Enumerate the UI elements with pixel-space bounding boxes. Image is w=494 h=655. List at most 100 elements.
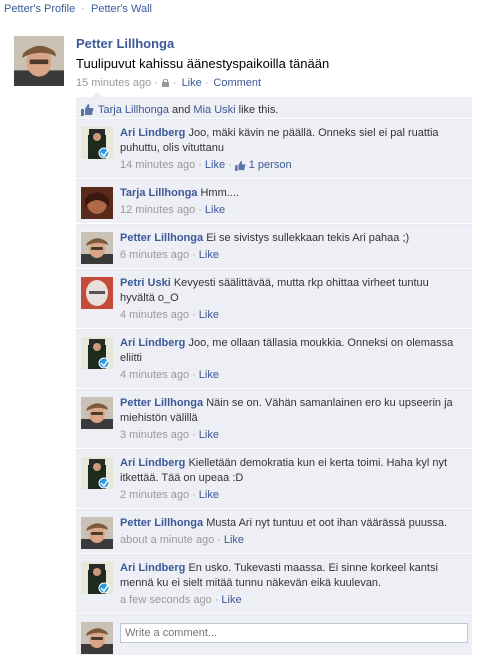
comment-row: Petter Lillhonga Näin se on. Vähän saman… bbox=[76, 389, 472, 448]
comment-meta: 2 minutes ago · Like bbox=[120, 488, 466, 503]
comment-like-link[interactable]: Like bbox=[221, 593, 241, 608]
commenter-name-link[interactable]: Petri Uski bbox=[120, 277, 171, 289]
comment-timestamp[interactable]: 12 minutes ago bbox=[120, 203, 195, 218]
commenter-name-link[interactable]: Petter Lillhonga bbox=[120, 517, 203, 529]
comment-timestamp[interactable]: 4 minutes ago bbox=[120, 308, 189, 323]
comment-body: Petter Lillhonga Musta Ari nyt tuntuu et… bbox=[120, 510, 472, 553]
comment-like-link[interactable]: Like bbox=[199, 428, 219, 443]
comment-likes-count[interactable]: 1 person bbox=[234, 158, 292, 173]
privacy-lock-icon[interactable] bbox=[161, 79, 169, 87]
comment-meta: 3 minutes ago · Like bbox=[120, 428, 466, 443]
comment-body: Ari Lindberg Joo, me ollaan tällasia mou… bbox=[120, 330, 472, 388]
comment-text: Musta Ari nyt tuntuu et oot ihan vääräss… bbox=[206, 517, 448, 529]
comment-timestamp[interactable]: about a minute ago bbox=[120, 533, 214, 548]
likes-row: Tarja Lillhonga and Mia Uski like this. bbox=[76, 97, 472, 118]
commenter-name-link[interactable]: Ari Lindberg bbox=[120, 127, 185, 139]
comment-like-link[interactable]: Like bbox=[199, 308, 219, 323]
commenter-name-link[interactable]: Ari Lindberg bbox=[120, 337, 185, 349]
comment-timestamp[interactable]: 3 minutes ago bbox=[120, 428, 189, 443]
comment-meta-separator: · bbox=[192, 309, 196, 321]
comment-timestamp[interactable]: 2 minutes ago bbox=[120, 488, 189, 503]
commenter-avatar[interactable] bbox=[81, 127, 113, 159]
breadcrumb-separator: · bbox=[81, 3, 85, 15]
liker-link[interactable]: Tarja Lillhonga bbox=[98, 104, 169, 116]
post-comment-link[interactable]: Comment bbox=[213, 77, 261, 89]
comment-text: Ei se sivistys sullekkaan tekis Ari paha… bbox=[206, 232, 410, 244]
commenter-avatar[interactable] bbox=[81, 562, 113, 594]
post-body: Petter Lillhonga Tuulipuvut kahissu ääne… bbox=[76, 36, 484, 89]
post-meta: 15 minutes ago · · Like · Comment bbox=[76, 77, 484, 89]
comment-body: Ari Lindberg Kielletään demokratia kun e… bbox=[120, 450, 472, 508]
post-meta-separator: · bbox=[204, 77, 209, 89]
comment-timestamp[interactable]: 14 minutes ago bbox=[120, 158, 195, 173]
comment-row: Ari Lindberg En usko. Tukevasti maassa. … bbox=[76, 554, 472, 613]
comment-row: Petter Lillhonga Ei se sivistys sullekka… bbox=[76, 224, 472, 268]
commenter-name-link[interactable]: Tarja Lillhonga bbox=[120, 187, 197, 199]
composer-avatar bbox=[81, 622, 113, 654]
comment-like-link[interactable]: Like bbox=[205, 203, 225, 218]
comment-meta-separator: · bbox=[198, 204, 202, 216]
comment-like-link[interactable]: Like bbox=[199, 488, 219, 503]
post-timestamp[interactable]: 15 minutes ago bbox=[76, 77, 151, 89]
comment-body: Petri Uski Kevyesti säälittävää, mutta r… bbox=[120, 270, 472, 328]
comment-timestamp[interactable]: 4 minutes ago bbox=[120, 368, 189, 383]
comment-body: Petter Lillhonga Näin se on. Vähän saman… bbox=[120, 390, 472, 448]
comment-row: Ari Lindberg Joo, mäki kävin ne päällä. … bbox=[76, 119, 472, 178]
commenter-name-link[interactable]: Petter Lillhonga bbox=[120, 397, 203, 409]
panel-pointer bbox=[92, 92, 102, 97]
commenter-avatar[interactable] bbox=[81, 337, 113, 369]
post-author-avatar[interactable] bbox=[14, 36, 64, 86]
comment-input[interactable] bbox=[120, 623, 468, 643]
comment-meta-separator: · bbox=[228, 159, 232, 171]
feedback-panel: Tarja Lillhonga and Mia Uski like this. … bbox=[76, 92, 472, 655]
commenter-avatar[interactable] bbox=[81, 187, 113, 219]
comment-body: Ari Lindberg En usko. Tukevasti maassa. … bbox=[120, 555, 472, 613]
post-meta-separator: · bbox=[154, 77, 158, 89]
comment-meta: 4 minutes ago · Like bbox=[120, 368, 466, 383]
comment-row: Petter Lillhonga Musta Ari nyt tuntuu et… bbox=[76, 509, 472, 553]
commenter-name-link[interactable]: Ari Lindberg bbox=[120, 562, 185, 574]
comment-like-link[interactable]: Like bbox=[199, 248, 219, 263]
thumbs-up-icon bbox=[81, 103, 94, 116]
comment-composer bbox=[76, 614, 472, 655]
likes-and: and bbox=[172, 103, 191, 116]
commenter-avatar[interactable] bbox=[81, 457, 113, 489]
comment-like-link[interactable]: Like bbox=[224, 533, 244, 548]
comment-like-link[interactable]: Like bbox=[205, 158, 225, 173]
comment-body: Ari Lindberg Joo, mäki kävin ne päällä. … bbox=[120, 120, 472, 178]
commenter-avatar[interactable] bbox=[81, 232, 113, 264]
comment-timestamp[interactable]: 6 minutes ago bbox=[120, 248, 189, 263]
comment-row: Tarja Lillhonga Hmm.... 12 minutes ago · Li… bbox=[76, 179, 472, 223]
likes-suffix: like this. bbox=[238, 103, 279, 116]
comment-meta: about a minute ago · Like bbox=[120, 533, 466, 548]
breadcrumb: Petter's Profile · Petter's Wall bbox=[4, 3, 152, 15]
comment-row: Petri Uski Kevyesti säälittävää, mutta r… bbox=[76, 269, 472, 328]
comment-list: Ari Lindberg Joo, mäki kävin ne päällä. … bbox=[76, 119, 472, 613]
post-author-link[interactable]: Petter Lillhonga bbox=[76, 36, 484, 51]
comment-like-link[interactable]: Like bbox=[199, 368, 219, 383]
commenter-avatar[interactable] bbox=[81, 397, 113, 429]
comment-meta-separator: · bbox=[217, 534, 221, 546]
comment-meta-separator: · bbox=[214, 594, 219, 606]
breadcrumb-profile-link[interactable]: Petter's Profile bbox=[4, 3, 75, 15]
post-meta-separator: · bbox=[172, 77, 177, 89]
breadcrumb-wall-link[interactable]: Petter's Wall bbox=[91, 3, 152, 15]
liker-link[interactable]: Mia Uski bbox=[193, 104, 235, 116]
commenter-avatar[interactable] bbox=[81, 277, 113, 309]
comment-text: Hmm.... bbox=[200, 187, 239, 199]
commenter-name-link[interactable]: Petter Lillhonga bbox=[120, 232, 203, 244]
comment-timestamp[interactable]: a few seconds ago bbox=[120, 593, 212, 608]
thumbs-up-icon bbox=[234, 160, 246, 171]
comment-meta-separator: · bbox=[198, 159, 202, 171]
comment-body: Tarja Lillhonga Hmm.... 12 minutes ago · Li… bbox=[120, 180, 472, 223]
comment-meta-separator: · bbox=[192, 369, 196, 381]
comment-meta: 12 minutes ago · Like bbox=[120, 203, 466, 218]
comment-row: Ari Lindberg Kielletään demokratia kun e… bbox=[76, 449, 472, 508]
commenter-name-link[interactable]: Ari Lindberg bbox=[120, 457, 185, 469]
commenter-avatar[interactable] bbox=[81, 517, 113, 549]
post-like-link[interactable]: Like bbox=[182, 77, 202, 89]
post-text: Tuulipuvut kahissu äänestyspaikoilla tän… bbox=[76, 56, 330, 71]
comment-meta: 6 minutes ago · Like bbox=[120, 248, 466, 263]
comment-meta-separator: · bbox=[192, 429, 196, 441]
comment-meta-separator: · bbox=[192, 249, 196, 261]
